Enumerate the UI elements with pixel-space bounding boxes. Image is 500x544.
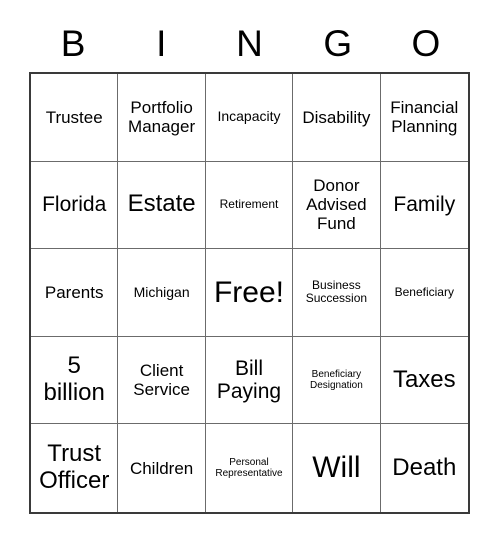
bingo-cell-label: Donor Advised Fund bbox=[306, 176, 367, 234]
bingo-header-letter-i: I bbox=[156, 22, 167, 64]
bingo-cell-label: Retirement bbox=[219, 197, 279, 212]
bingo-cell[interactable]: Michigan bbox=[118, 249, 206, 337]
bingo-cell[interactable]: Children bbox=[118, 424, 206, 512]
bingo-card: B I N G O Trustee Portfolio Manager Inca… bbox=[0, 0, 500, 544]
bingo-cell[interactable]: Beneficiary bbox=[380, 249, 468, 337]
bingo-cell-label: Financial Planning bbox=[390, 98, 459, 137]
bingo-cell-label: Parents bbox=[44, 282, 104, 302]
bingo-cell[interactable]: Business Succession bbox=[293, 249, 381, 337]
bingo-cell-label: Trustee bbox=[45, 107, 103, 127]
bingo-grid: Trustee Portfolio Manager Incapacity Dis… bbox=[29, 72, 470, 514]
bingo-cell[interactable]: Trust Officer bbox=[31, 424, 119, 512]
bingo-cell[interactable]: Retirement bbox=[205, 161, 294, 250]
bingo-cell-label: 5 billion bbox=[43, 352, 105, 407]
bingo-cell[interactable]: Incapacity bbox=[205, 74, 294, 162]
bingo-cell-label: Trust Officer bbox=[39, 440, 110, 495]
bingo-cell[interactable]: Client Service bbox=[118, 336, 206, 425]
bingo-cell-label: Michigan bbox=[133, 283, 190, 300]
bingo-cell[interactable]: Estate bbox=[118, 161, 206, 250]
bingo-header-letter-o: O bbox=[411, 22, 441, 64]
bingo-cell-label: Taxes bbox=[392, 365, 456, 393]
bingo-header: B I N G O bbox=[29, 14, 470, 72]
bingo-cell[interactable]: Personal Representative bbox=[205, 424, 294, 512]
bingo-cell-label: Personal Representative bbox=[215, 457, 283, 480]
bingo-cell-label: Florida bbox=[42, 193, 107, 217]
bingo-cell-label: Portfolio Manager bbox=[128, 98, 196, 137]
bingo-cell-label: Disability bbox=[302, 107, 371, 127]
bingo-cell[interactable]: 5 billion bbox=[31, 336, 119, 425]
bingo-cell-label: Client Service bbox=[133, 361, 190, 400]
bingo-cell-free[interactable]: Free! bbox=[205, 249, 294, 337]
bingo-cell-label: Business Succession bbox=[305, 278, 368, 306]
bingo-cell[interactable]: Financial Planning bbox=[380, 74, 468, 162]
bingo-cell[interactable]: Donor Advised Fund bbox=[293, 161, 381, 250]
bingo-cell[interactable]: Portfolio Manager bbox=[118, 74, 206, 162]
bingo-cell[interactable]: Trustee bbox=[31, 74, 119, 162]
bingo-cell-label: Bill Paying bbox=[216, 356, 282, 404]
bingo-cell[interactable]: Family bbox=[380, 161, 468, 250]
bingo-cell[interactable]: Parents bbox=[31, 249, 119, 337]
bingo-header-letter-g: G bbox=[323, 22, 353, 64]
bingo-header-letter-n: N bbox=[236, 22, 263, 64]
bingo-cell-label: Incapacity bbox=[217, 108, 281, 125]
bingo-cell-label: Death bbox=[392, 453, 457, 481]
bingo-cell-label: Estate bbox=[127, 190, 196, 218]
bingo-cell-label: Family bbox=[393, 193, 456, 217]
bingo-cell[interactable]: Bill Paying bbox=[205, 336, 294, 425]
bingo-cell[interactable]: Death bbox=[380, 424, 468, 512]
bingo-cell-label: Free! bbox=[213, 275, 284, 309]
bingo-cell-label: Beneficiary Designation bbox=[309, 368, 363, 392]
bingo-cell-label: Will bbox=[312, 451, 361, 485]
bingo-cell[interactable]: Taxes bbox=[380, 336, 468, 425]
bingo-cell[interactable]: Florida bbox=[31, 161, 119, 250]
bingo-header-letter-b: B bbox=[60, 22, 86, 64]
bingo-cell[interactable]: Will bbox=[293, 424, 381, 512]
bingo-cell-label: Children bbox=[129, 458, 194, 478]
bingo-cell-label: Beneficiary bbox=[394, 284, 454, 299]
bingo-cell[interactable]: Disability bbox=[293, 74, 381, 162]
bingo-cell[interactable]: Beneficiary Designation bbox=[293, 336, 381, 425]
